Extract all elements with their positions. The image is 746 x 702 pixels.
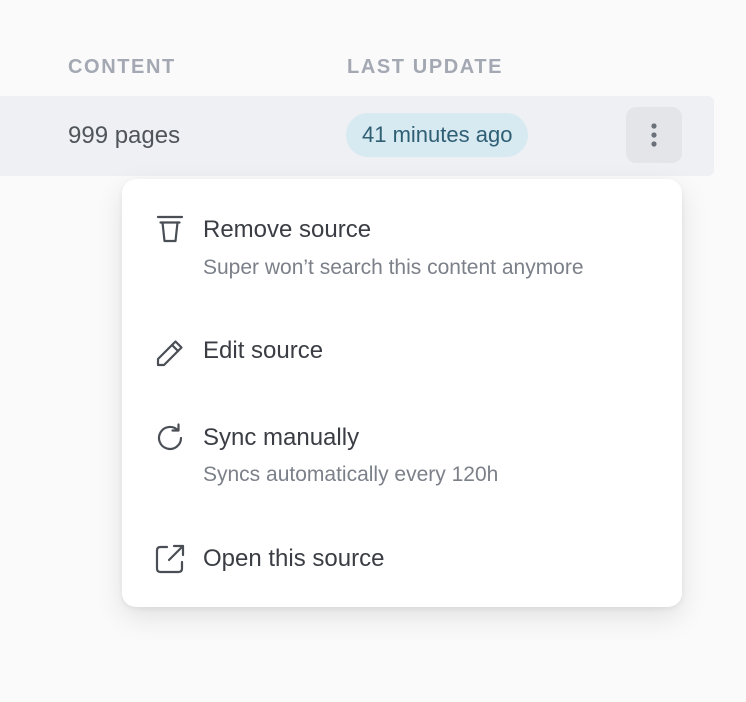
menu-item-open-source[interactable]: Open this source: [122, 531, 682, 587]
menu-item-label: Sync manually: [203, 424, 360, 451]
page-count: 999 pages: [68, 122, 181, 149]
column-header-last-update[interactable]: LAST UPDATE: [347, 56, 503, 79]
more-vertical-icon: [651, 123, 657, 147]
refresh-icon: [152, 420, 188, 456]
trash-icon: [152, 211, 188, 247]
menu-item-sync-manually[interactable]: Sync manually Syncs automatically every …: [122, 411, 682, 503]
menu-item-description: Syncs automatically every 120h: [203, 463, 499, 486]
table-row[interactable]: 999 pages 41 minutes ago: [0, 96, 714, 176]
menu-item-remove-source[interactable]: Remove source Super won’t search this co…: [122, 203, 682, 295]
menu-item-label: Edit source: [203, 337, 324, 364]
menu-item-edit-source[interactable]: Edit source: [122, 325, 682, 381]
menu-item-label: Open this source: [203, 545, 385, 572]
column-header-content[interactable]: CONTENT: [68, 56, 176, 79]
menu-item-description: Super won’t search this content anymore: [203, 256, 584, 279]
more-options-button[interactable]: [626, 107, 682, 163]
pencil-icon: [152, 335, 188, 371]
last-update-badge: 41 minutes ago: [346, 113, 529, 157]
page: CONTENT LAST UPDATE 999 pages 41 minutes…: [0, 0, 746, 702]
external-link-icon: [152, 541, 188, 577]
source-actions-menu: Remove source Super won’t search this co…: [122, 179, 682, 607]
menu-item-label: Remove source: [203, 216, 372, 243]
